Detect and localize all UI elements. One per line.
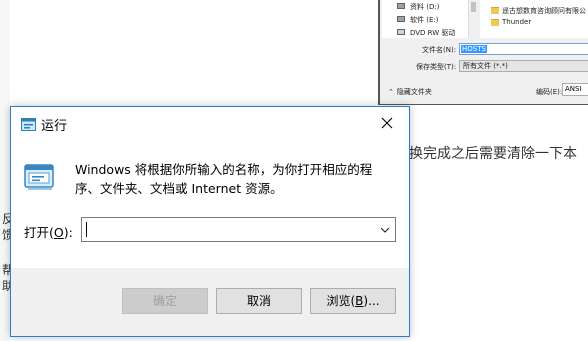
tree-item-label: 资料 (D:) xyxy=(410,3,440,11)
dialog-title: 运行 xyxy=(41,119,68,134)
open-label: 打开(O): xyxy=(24,225,73,240)
folder-icon xyxy=(491,7,499,14)
title-bar[interactable]: 运行 xyxy=(11,107,409,139)
run-dialog: 运行 Windows 将根据你所输入的名称，为你打开相应的程序、文件夹、文档或 … xyxy=(10,106,410,337)
cancel-button[interactable]: 取消 xyxy=(216,288,302,314)
tree-item-label: DVD RW 驱动 xyxy=(410,29,456,37)
tree-item-drive-d[interactable]: 资料 (D:) xyxy=(397,2,440,12)
article-text: 换完成之后需要清除一下本 xyxy=(409,146,577,162)
chevron-up-icon: ⌃ xyxy=(388,88,394,96)
encoding-select[interactable]: ANSI xyxy=(562,83,588,96)
filename-value: HOSTS xyxy=(461,45,487,53)
tree-item-dvd[interactable]: DVD RW 驱动 xyxy=(397,28,456,38)
close-icon xyxy=(381,117,393,129)
open-combobox[interactable] xyxy=(81,217,396,242)
file-list-item[interactable]: 遥古想数育咨询顾问有限公 xyxy=(491,6,586,16)
browse-button[interactable]: 浏览(B)... xyxy=(310,288,396,314)
folder-tree[interactable]: 资料 (D:) 软件 (E:) DVD RW 驱动 xyxy=(382,0,468,38)
dialog-description: Windows 将根据你所输入的名称，为你打开相应的程序、文件夹、文档或 Int… xyxy=(75,162,373,196)
file-name: 遥古想数育咨询顾问有限公 xyxy=(502,7,586,15)
run-app-icon xyxy=(21,116,36,135)
filename-label: 文件名(N): xyxy=(422,46,457,54)
tree-scrollbar[interactable] xyxy=(468,0,478,38)
hide-folders-label: 隐藏文件夹 xyxy=(396,88,432,96)
drive-icon xyxy=(397,16,405,22)
folder-icon xyxy=(491,19,499,26)
close-button[interactable] xyxy=(365,107,409,139)
run-app-icon xyxy=(24,163,56,195)
filetype-select[interactable]: 所有文件 (*.*) xyxy=(459,60,588,72)
drive-icon xyxy=(397,29,405,35)
save-dialog-footer: ⌃ 隐藏文件夹 编码(E): ANSI xyxy=(380,78,588,104)
ok-button[interactable]: 确定 xyxy=(122,288,208,314)
file-list-item[interactable]: Thunder xyxy=(491,18,532,26)
file-name: Thunder xyxy=(502,18,532,26)
save-as-dialog: 资料 (D:) 软件 (E:) DVD RW 驱动 遥古想数育咨询顾问有限公 T… xyxy=(378,0,588,105)
dropdown-button[interactable] xyxy=(375,218,395,241)
chevron-down-icon xyxy=(380,227,390,233)
file-list[interactable]: 遥古想数育咨询顾问有限公 Thunder xyxy=(480,0,588,38)
hide-folders-toggle[interactable]: ⌃ 隐藏文件夹 xyxy=(388,87,432,97)
text-caret xyxy=(86,222,87,237)
encoding-label: 编码(E): xyxy=(536,88,563,96)
filename-input[interactable]: HOSTS xyxy=(459,43,588,55)
filetype-label: 保存类型(T): xyxy=(416,63,457,71)
drive-icon xyxy=(397,3,405,9)
dialog-footer: 确定 取消 浏览(B)... xyxy=(11,268,409,336)
open-input[interactable] xyxy=(85,220,370,239)
tree-item-label: 软件 (E:) xyxy=(410,16,439,24)
tree-item-drive-e[interactable]: 软件 (E:) xyxy=(397,15,439,25)
